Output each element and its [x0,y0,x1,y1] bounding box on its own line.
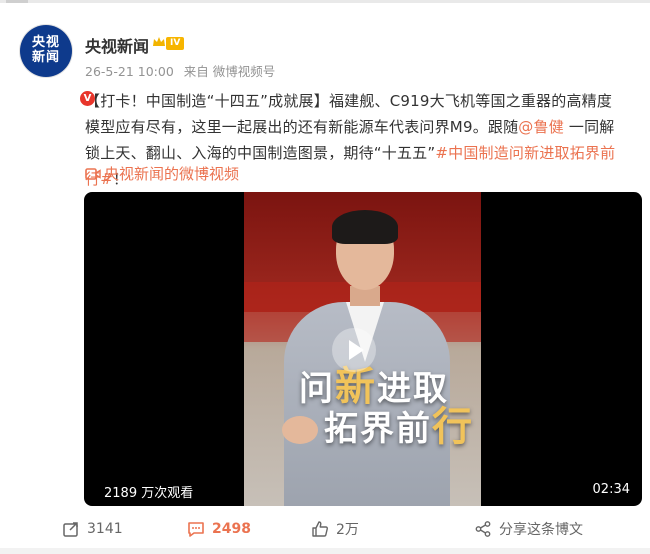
share-icon [63,522,78,537]
comment-count: 2498 [212,521,251,537]
presenter-hair [332,210,398,244]
comment-icon [188,522,204,537]
like-count: 2万 [336,522,359,538]
video-player[interactable]: 问新进取 拓界前行 2189 万次观看 02:34 [84,192,642,506]
avatar[interactable]: 央视 新闻 V [20,25,97,108]
video-source-link[interactable]: 央视新闻的微博视频 [85,163,239,184]
author-name[interactable]: 央视新闻 [85,33,149,57]
video-overlay-line2: 拓界前行 [324,394,474,452]
avatar-text-top: 央视 [31,35,60,50]
like-icon [312,521,328,537]
level-badge: IV [166,37,185,50]
like-button[interactable]: 2万 [311,515,359,543]
bottom-divider [0,548,650,554]
action-bar: 3141 2498 2万 分享这条博文 [0,515,650,543]
post-meta: 26-5-21 10:00 来自 微博视频号 [85,61,281,80]
share-nodes-icon [475,521,491,537]
overlay-line2-b: 行 [432,403,474,450]
post-source: 来自 微博视频号 [183,64,276,79]
overlay-line2-a: 拓界前 [324,409,432,449]
view-count: 2189 万次观看 [104,486,194,501]
avatar-text-bottom: 新闻 [31,50,60,65]
presenter-hand [282,416,318,444]
share-button[interactable]: 3141 [62,515,123,543]
share-count: 3141 [87,521,123,537]
crown-icon [153,37,165,46]
mention-link[interactable]: @鲁健 [518,118,564,136]
play-button[interactable] [332,328,376,372]
video-duration: 02:34 [592,482,630,497]
video-source-label: 央视新闻的微博视频 [104,165,240,183]
video-camera-icon [85,168,101,180]
comment-button[interactable]: 2498 [187,515,251,543]
share-post-button[interactable]: 分享这条博文 [474,515,583,543]
share-post-label: 分享这条博文 [499,522,583,538]
post-time[interactable]: 26-5-21 10:00 [85,64,174,79]
top-divider-nub [6,0,28,3]
top-divider [0,0,650,3]
